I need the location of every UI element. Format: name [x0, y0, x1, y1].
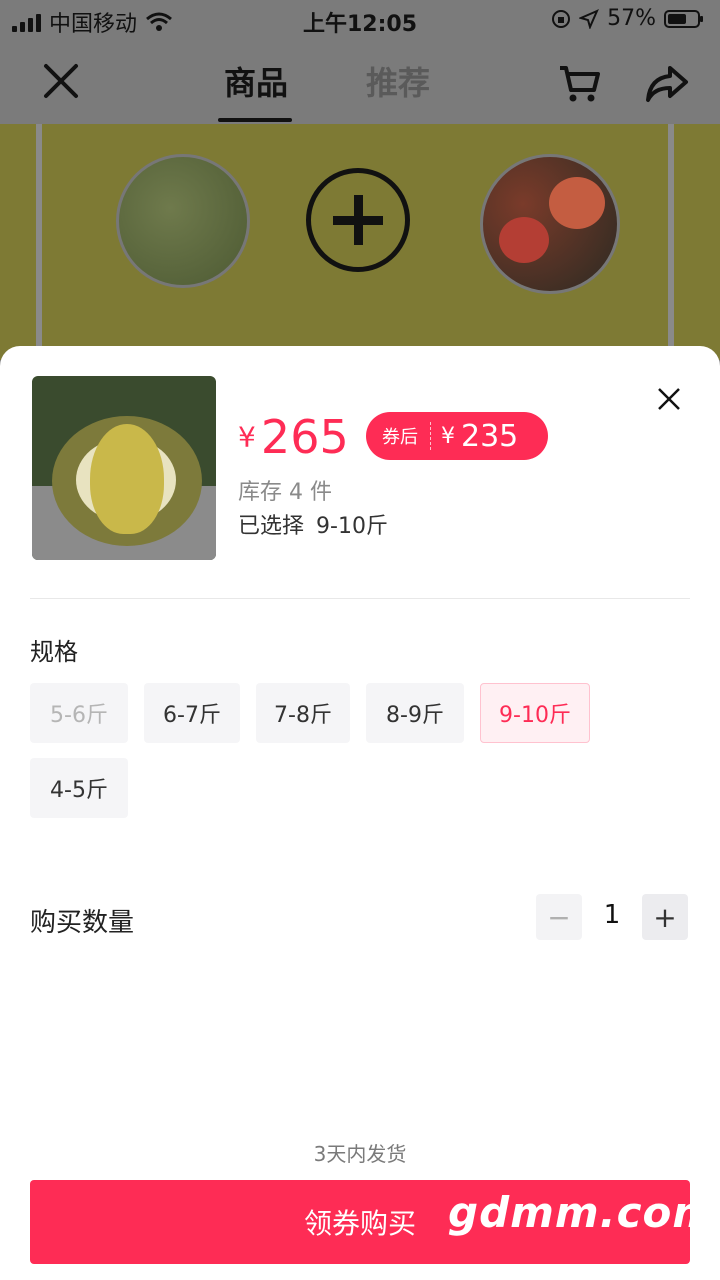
close-sheet-icon[interactable] — [654, 384, 684, 414]
spec-option[interactable]: 6-7斤 — [144, 683, 240, 743]
selected-label: 已选择 — [238, 514, 305, 539]
selected-text: 已选择 9-10斤 — [238, 508, 388, 540]
banner-frame-right — [668, 124, 674, 360]
coupon-badge: 券后 ¥ 235 — [366, 412, 548, 460]
quantity-title: 购买数量 — [30, 908, 135, 938]
price-currency: ¥ — [238, 420, 256, 454]
close-icon[interactable] — [38, 58, 84, 104]
quantity-value[interactable]: 1 — [592, 900, 632, 930]
battery-percent: 57% — [607, 6, 656, 31]
location-icon — [579, 8, 600, 29]
buy-button-label: 领券购买 — [303, 1207, 416, 1240]
apple-image — [480, 154, 620, 294]
spec-option-selected[interactable]: 9-10斤 — [480, 683, 590, 743]
spec-title: 规格 — [30, 638, 78, 666]
orientation-lock-icon — [552, 9, 571, 28]
share-icon[interactable] — [644, 60, 690, 106]
status-bar: 中国移动 上午12:05 57% — [0, 0, 720, 40]
durian-image — [116, 154, 250, 288]
selected-value: 9-10斤 — [316, 514, 388, 539]
tab-recommend[interactable]: 推荐 — [366, 58, 430, 104]
plus-icon — [306, 168, 410, 272]
divider — [30, 598, 690, 599]
spec-option[interactable]: 4-5斤 — [30, 758, 128, 818]
coupon-currency: ¥ — [441, 423, 455, 449]
battery-icon — [664, 9, 703, 28]
watermark: gdmm.com — [448, 1188, 718, 1237]
status-right: 57% — [551, 6, 704, 31]
coupon-price: 235 — [461, 418, 519, 454]
tab-indicator — [218, 118, 292, 122]
quantity-decrease-button[interactable]: − — [536, 894, 582, 940]
quantity-increase-button[interactable]: + — [642, 894, 688, 940]
coupon-divider — [430, 422, 431, 450]
price: ¥ 265 — [238, 410, 349, 464]
tab-goods[interactable]: 商品 — [224, 58, 288, 104]
product-thumbnail — [32, 376, 216, 560]
banner-frame-left — [36, 124, 42, 360]
price-amount: 265 — [260, 410, 349, 464]
sku-sheet: ¥ 265 券后 ¥ 235 库存 4 件 已选择 9-10斤 规格 5-6斤 6… — [0, 346, 720, 1280]
product-banner — [0, 124, 720, 360]
stock-text: 库存 4 件 — [238, 480, 332, 505]
spec-option[interactable]: 7-8斤 — [256, 683, 350, 743]
coupon-tag: 券后 — [382, 427, 418, 448]
top-nav: 商品 推荐 — [0, 40, 720, 124]
spec-option[interactable]: 8-9斤 — [366, 683, 464, 743]
shipping-note: 3天内发货 — [313, 1142, 407, 1166]
cart-icon[interactable] — [556, 60, 602, 106]
spec-option[interactable]: 5-6斤 — [30, 683, 128, 743]
